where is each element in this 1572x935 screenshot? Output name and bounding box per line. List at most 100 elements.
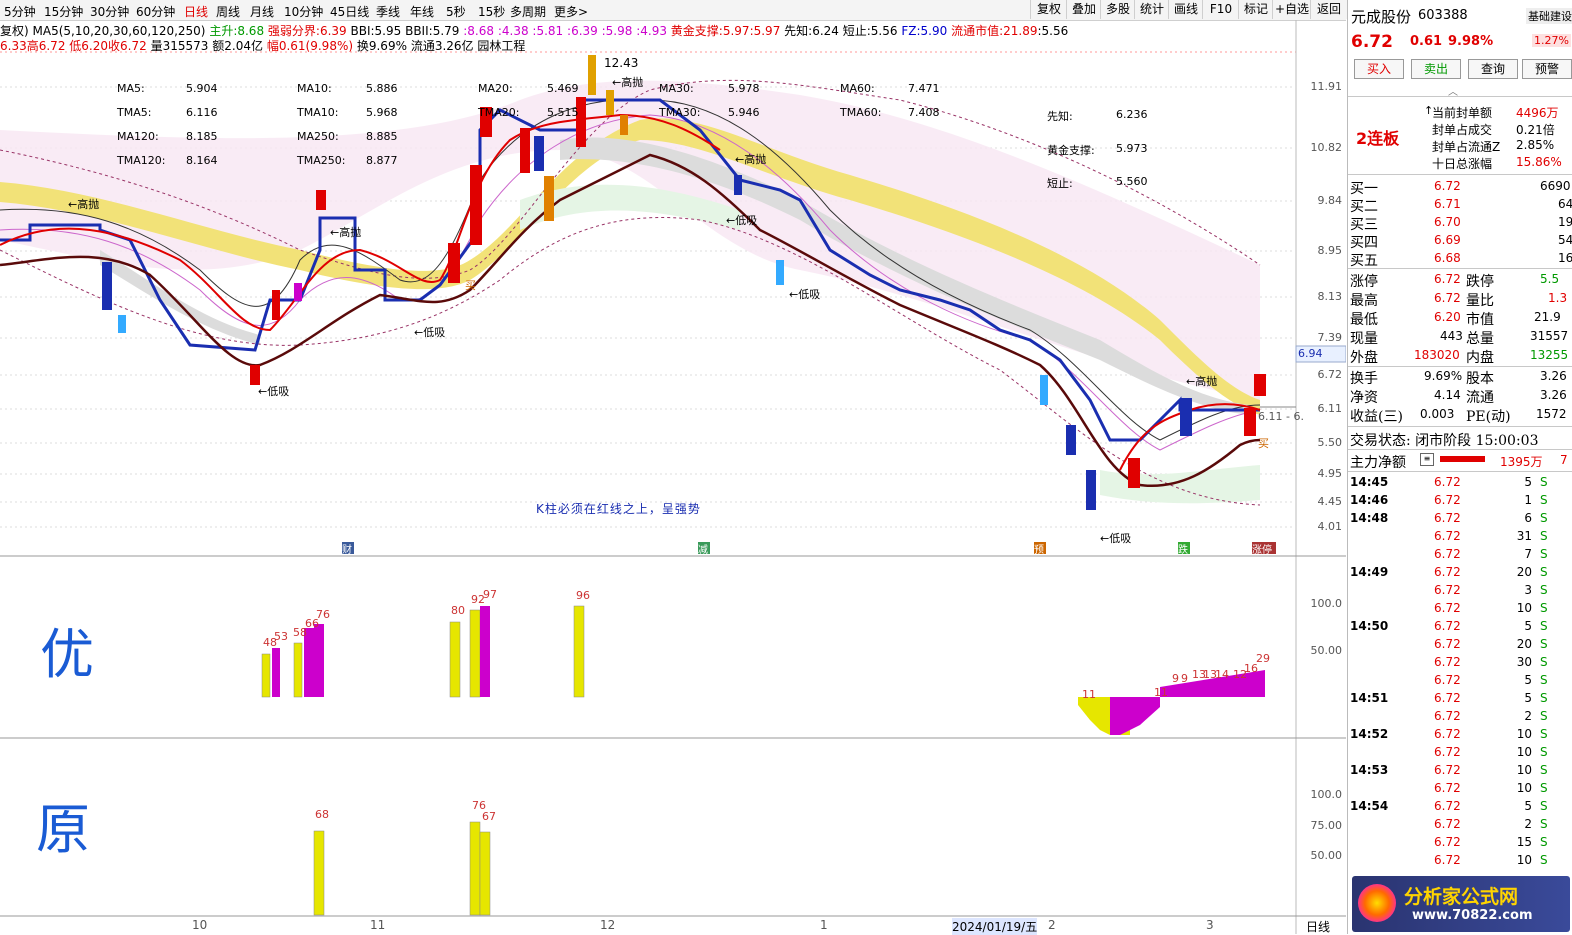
- tick-time: 14:48: [1350, 511, 1389, 525]
- tick-row: 14:45 6.72 5 S: [1348, 474, 1572, 492]
- date-cursor: 2024/01/19/五: [952, 918, 1038, 935]
- buy-button[interactable]: 买入: [1354, 59, 1404, 79]
- ma5-label: MA5:: [117, 82, 145, 95]
- event-tag-reduce[interactable]: 减: [698, 541, 708, 556]
- bid3-label: 买三: [1350, 217, 1378, 233]
- price-tick: 5.50: [1317, 436, 1343, 449]
- bid3-vol: 19: [1558, 215, 1572, 229]
- divider: [1348, 471, 1572, 472]
- tma250-label: TMA250:: [297, 154, 346, 167]
- tick-price: 6.72: [1434, 655, 1461, 669]
- query-button[interactable]: 查询: [1468, 59, 1518, 79]
- tick-row: 6.72 7 S: [1348, 546, 1572, 564]
- tick-row: 14:54 6.72 5 S: [1348, 798, 1572, 816]
- tick-price: 6.72: [1434, 619, 1461, 633]
- period-label[interactable]: 日线: [1306, 918, 1330, 935]
- tick-volume: 10: [1516, 727, 1532, 741]
- bar-label: 9: [1172, 672, 1179, 685]
- tick-row: 14:46 6.72 1 S: [1348, 492, 1572, 510]
- duanzhi-box-value: 5.560: [1116, 175, 1148, 188]
- panel3-bars: [313, 821, 491, 916]
- tma5-value: 6.116: [186, 106, 218, 119]
- chart-note: K柱必须在红线之上，呈强势: [536, 502, 701, 516]
- tick-side: S: [1540, 691, 1548, 705]
- tick-volume: 7: [1524, 547, 1532, 561]
- alert-button[interactable]: 预警: [1522, 59, 1572, 79]
- tick-row: 6.72 10 S: [1348, 600, 1572, 618]
- stat-value: 183020: [1414, 348, 1460, 362]
- divider: [1348, 174, 1572, 175]
- tick-price: 6.72: [1434, 601, 1461, 615]
- event-tag-forecast[interactable]: 预: [1034, 541, 1044, 556]
- stock-name: 元成股份: [1351, 8, 1412, 26]
- tick-row: 14:50 6.72 5 S: [1348, 618, 1572, 636]
- tick-side: S: [1540, 781, 1548, 795]
- seal-vol-value: 0.21倍: [1516, 123, 1555, 137]
- tick-side: S: [1540, 547, 1548, 561]
- divider: [1348, 96, 1572, 97]
- bar-label: 9: [1181, 672, 1188, 685]
- tma30-label: TMA30:: [659, 106, 701, 119]
- high-price-label: 12.43: [604, 56, 639, 70]
- tick-row: 6.72 20 S: [1348, 636, 1572, 654]
- watermark-logo: 分析家公式网 www.70822.com: [1352, 876, 1570, 932]
- tick-price: 6.72: [1434, 475, 1461, 489]
- list-icon[interactable]: ≡: [1420, 453, 1434, 466]
- handwritten-you: 优: [40, 623, 94, 686]
- dixi-tag-2: ←低吸: [414, 326, 446, 339]
- tma20-label: TMA20:: [478, 106, 520, 119]
- dixi-tag-4: ←低吸: [789, 288, 821, 301]
- tick-price: 6.72: [1434, 583, 1461, 597]
- duanzhi-box-label: 短止:: [1047, 177, 1073, 190]
- xianzhi-box-value: 6.236: [1116, 108, 1148, 121]
- ma10-label: MA10:: [297, 82, 332, 95]
- tma30-value: 5.946: [728, 106, 760, 119]
- stat-label: 外盘: [1350, 350, 1378, 366]
- ma120-value: 8.185: [186, 130, 218, 143]
- stock-price: 6.72: [1351, 32, 1393, 52]
- stat-label: 跌停: [1466, 274, 1494, 290]
- tick-price: 6.72: [1434, 799, 1461, 813]
- tick-side: S: [1540, 763, 1548, 777]
- tick-row: 6.72 2 S: [1348, 816, 1572, 834]
- panel2-tick: 50.00: [1310, 644, 1343, 657]
- tick-side: S: [1540, 853, 1548, 867]
- tick-side: S: [1540, 637, 1548, 651]
- gaopao-tag-5: ←高抛: [1186, 375, 1218, 388]
- tick-price: 6.72: [1434, 763, 1461, 777]
- bar-label: 97: [483, 588, 497, 601]
- event-tag-limitup[interactable]: 涨停: [1252, 541, 1272, 556]
- dixi-tag-5: ←低吸: [1100, 532, 1132, 545]
- tma120-value: 8.164: [186, 154, 218, 167]
- tick-price: 6.72: [1434, 781, 1461, 795]
- bid5-price: 6.68: [1434, 251, 1461, 265]
- event-tag-drop[interactable]: 跌: [1178, 541, 1188, 556]
- price-tick: 11.91: [1310, 80, 1343, 93]
- tma60-label: TMA60:: [840, 106, 882, 119]
- event-tag-finance[interactable]: 财: [342, 541, 352, 556]
- date-tick: 12: [600, 918, 616, 932]
- date-tick: 10: [192, 918, 208, 932]
- sell-button[interactable]: 卖出: [1411, 59, 1461, 79]
- tick-row: 6.72 15 S: [1348, 834, 1572, 852]
- stat-label: 总量: [1466, 331, 1494, 347]
- tick-volume: 10: [1516, 853, 1532, 867]
- bar-label: 14: [1215, 668, 1229, 681]
- price-tick: 4.01: [1317, 520, 1343, 533]
- bid2-label: 买二: [1350, 199, 1378, 215]
- stat-label: 量比: [1466, 293, 1494, 309]
- divider: [1348, 426, 1572, 427]
- tick-volume: 2: [1524, 817, 1532, 831]
- panel3-tick: 50.00: [1310, 849, 1343, 862]
- panel2-bars: [261, 605, 1265, 735]
- tick-price: 6.72: [1434, 673, 1461, 687]
- stat-value: 4.14: [1434, 388, 1461, 402]
- lianban-label: 2连板: [1356, 129, 1400, 148]
- seal-amount-label: 当前封单额: [1432, 106, 1493, 120]
- stat-value: 443: [1440, 329, 1463, 343]
- sector-tag[interactable]: 基础建设: [1526, 8, 1572, 24]
- panel3-tick: 100.0: [1310, 788, 1343, 801]
- ma30-value: 5.978: [728, 82, 760, 95]
- price-tick: 9.84: [1317, 194, 1343, 207]
- tick-row: 14:52 6.72 10 S: [1348, 726, 1572, 744]
